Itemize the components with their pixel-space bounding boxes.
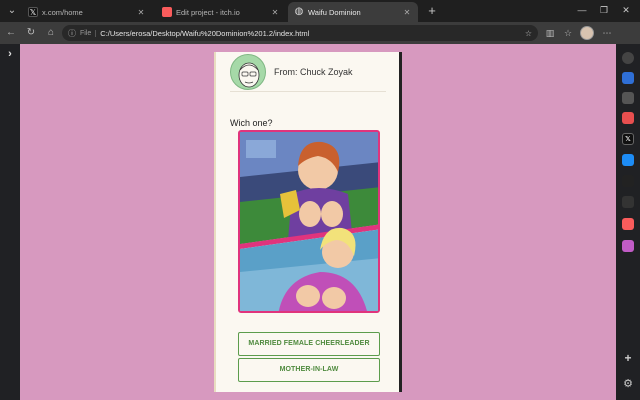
- tab-waifu-dominion[interactable]: ◍ Waifu Dominion ✕: [288, 2, 418, 22]
- sender-avatar: [230, 53, 266, 90]
- close-window-icon[interactable]: ✕: [620, 4, 632, 16]
- shopping-icon[interactable]: [622, 92, 634, 104]
- tab-title: Waifu Dominion: [308, 7, 361, 17]
- choice-button-mother-in-law[interactable]: MOTHER-IN-LAW: [238, 358, 380, 382]
- chevron-right-icon[interactable]: ›: [4, 48, 16, 60]
- scheme-label: File: [80, 29, 97, 37]
- left-sidebar: ›: [0, 44, 20, 400]
- settings-gear-icon[interactable]: ⚙: [622, 378, 634, 390]
- close-icon[interactable]: ✕: [402, 8, 412, 17]
- globe-icon: ◍: [294, 6, 304, 17]
- back-icon[interactable]: ←: [4, 26, 18, 40]
- more-options-icon[interactable]: ⋯: [600, 26, 614, 40]
- tab-title: Edit project - itch.io: [176, 7, 240, 17]
- patreon-icon[interactable]: [622, 175, 634, 187]
- extensions-sidebar: 𝕏 + ⚙: [616, 44, 640, 400]
- tab-title: x.com/home: [42, 7, 83, 17]
- phone-screen: From: Chuck Zoyak Wich one? MARRIED FEMA…: [214, 52, 402, 392]
- itchio-extension-icon[interactable]: [622, 218, 634, 230]
- new-tab-button[interactable]: +: [424, 3, 440, 19]
- artwork-illustration: [240, 132, 378, 311]
- character-artwork: [238, 130, 380, 313]
- extension-icon[interactable]: [622, 240, 634, 252]
- f95-icon[interactable]: [622, 196, 634, 208]
- choice-button-cheerleader[interactable]: MARRIED FEMALE CHEERLEADER: [238, 332, 380, 356]
- tab-search-icon[interactable]: ⌄: [4, 3, 20, 19]
- itchio-icon: [162, 7, 172, 17]
- bluesky-icon[interactable]: [622, 154, 634, 166]
- minimize-icon[interactable]: —: [576, 4, 588, 16]
- close-icon[interactable]: ✕: [136, 8, 146, 17]
- reload-icon[interactable]: ↻: [24, 26, 38, 40]
- message-header: From: Chuck Zoyak: [230, 52, 386, 92]
- tab-itchio[interactable]: Edit project - itch.io ✕: [156, 2, 286, 22]
- profile-avatar-icon[interactable]: [580, 26, 594, 40]
- add-extension-icon[interactable]: +: [622, 352, 634, 364]
- address-bar[interactable]: ⓘ File C:/Users/erosa/Desktop/Waifu%20Do…: [62, 25, 538, 41]
- sender-name: From: Chuck Zoyak: [274, 66, 353, 77]
- x-logo-icon: 𝕏: [28, 7, 38, 17]
- bookmark-star-icon[interactable]: ☆: [525, 29, 532, 38]
- tab-x-home[interactable]: 𝕏 x.com/home ✕: [22, 2, 152, 22]
- close-icon[interactable]: ✕: [270, 8, 280, 17]
- tab-strip: ⌄ 𝕏 x.com/home ✕ Edit project - itch.io …: [0, 0, 640, 22]
- page-viewport: From: Chuck Zoyak Wich one? MARRIED FEMA…: [20, 44, 616, 400]
- sender-portrait: [238, 62, 260, 87]
- search-icon[interactable]: [622, 52, 634, 64]
- dailymotion-icon[interactable]: [622, 112, 634, 124]
- question-text: Wich one?: [230, 118, 273, 128]
- home-icon[interactable]: ⌂: [44, 26, 58, 40]
- browser-toolbar: ← ↻ ⌂ ⓘ File C:/Users/erosa/Desktop/Waif…: [0, 22, 640, 44]
- x-extension-icon[interactable]: 𝕏: [622, 133, 634, 145]
- copilot-icon[interactable]: [622, 72, 634, 84]
- split-screen-icon[interactable]: ▥: [543, 26, 557, 40]
- favorites-icon[interactable]: ☆: [561, 26, 575, 40]
- restore-icon[interactable]: ❐: [598, 4, 610, 16]
- info-icon[interactable]: ⓘ: [68, 28, 76, 39]
- url-text[interactable]: C:/Users/erosa/Desktop/Waifu%20Dominion%…: [100, 29, 521, 38]
